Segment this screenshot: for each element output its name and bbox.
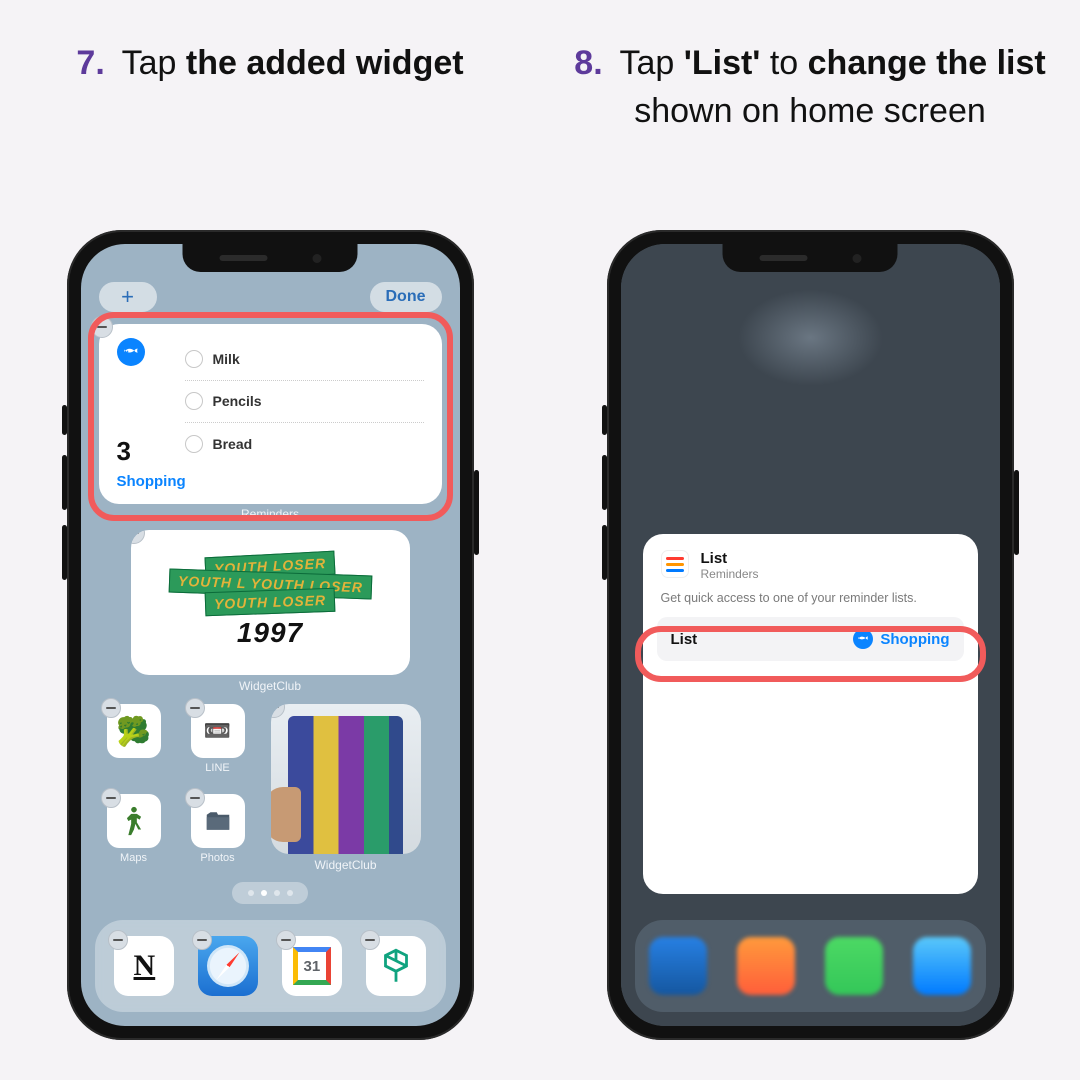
widget-app-label: Reminders — [81, 507, 460, 521]
remove-widget-badge[interactable] — [131, 530, 145, 544]
row-label: List — [671, 631, 698, 648]
sheet-title: List — [701, 550, 759, 567]
blurred-dock — [635, 920, 986, 1012]
step-number: 7. — [76, 44, 104, 82]
remove-app-badge[interactable] — [108, 930, 128, 950]
list-selector-row[interactable]: List Shopping — [657, 617, 964, 661]
home-screen-edit-mode: + Done 3 Milk — [81, 244, 460, 1026]
remove-widget-badge[interactable] — [271, 704, 285, 718]
reminders-widget[interactable]: 3 Milk Pencils Bread Shopping — [99, 324, 442, 504]
widgetclub-widget-youth[interactable]: YOUTH LOSER YOUTH L YOUTH LOSER YOUTH LO… — [131, 530, 410, 675]
widget-config-screen: List Reminders Get quick access to one o… — [621, 244, 1000, 1026]
dock: N 31 — [95, 920, 446, 1012]
reminders-list-name: Shopping — [117, 473, 424, 490]
radio-icon[interactable] — [185, 350, 203, 368]
openai-icon — [375, 945, 417, 987]
radio-icon[interactable] — [185, 392, 203, 410]
list-icon — [853, 629, 873, 649]
dock-app-safari[interactable] — [198, 936, 258, 996]
step-number: 8. — [574, 44, 602, 82]
widgetclub-widget-books[interactable] — [271, 704, 421, 854]
remove-app-badge[interactable] — [276, 930, 296, 950]
iphone-mockup-left: + Done 3 Milk — [67, 230, 474, 1040]
reminder-item[interactable]: Milk — [185, 338, 424, 381]
remove-app-badge[interactable] — [101, 698, 121, 718]
app-icon-grid: 🥦 📼 LINE Maps — [99, 704, 253, 878]
safari-icon — [207, 945, 249, 987]
app-icon-line[interactable]: 📼 LINE — [183, 704, 253, 788]
iphone-mockup-right: List Reminders Get quick access to one o… — [607, 230, 1014, 1040]
step-8-title: 8. Tap 'List' to change the list shown o… — [560, 40, 1060, 210]
reminder-item[interactable]: Pencils — [185, 381, 424, 424]
row-value: Shopping — [853, 629, 949, 649]
remove-app-badge[interactable] — [185, 788, 205, 808]
remove-app-badge[interactable] — [192, 930, 212, 950]
remove-app-badge[interactable] — [101, 788, 121, 808]
widget-app-label: WidgetClub — [81, 679, 460, 693]
add-widget-button[interactable]: + — [99, 282, 157, 312]
remove-widget-badge[interactable] — [91, 316, 113, 338]
reminder-item[interactable]: Bread — [185, 423, 424, 466]
radio-icon[interactable] — [185, 435, 203, 453]
sheet-subtitle: Reminders — [701, 567, 759, 581]
dock-app-notion[interactable]: N — [114, 936, 174, 996]
widget-config-sheet[interactable]: List Reminders Get quick access to one o… — [643, 534, 978, 894]
dock-app-chatgpt[interactable] — [366, 936, 426, 996]
remove-app-badge[interactable] — [360, 930, 380, 950]
app-icon-maps[interactable]: Maps — [99, 794, 169, 878]
remove-app-badge[interactable] — [185, 698, 205, 718]
app-icon-photos[interactable]: Photos — [183, 794, 253, 878]
step-7-title: 7. Tap the added widget — [76, 40, 463, 210]
widget-app-label: WidgetClub — [271, 858, 421, 872]
dock-app-google-calendar[interactable]: 31 — [282, 936, 342, 996]
reminders-app-icon — [661, 550, 689, 578]
calendar-icon: 31 — [293, 947, 331, 985]
reminders-count: 3 — [117, 436, 171, 467]
list-icon — [117, 338, 145, 366]
app-icon-broccoli[interactable]: 🥦 — [99, 704, 169, 788]
done-button[interactable]: Done — [370, 282, 442, 312]
sheet-description: Get quick access to one of your reminder… — [643, 591, 978, 607]
page-indicator[interactable] — [232, 882, 308, 904]
notch — [723, 244, 898, 272]
notch — [183, 244, 358, 272]
